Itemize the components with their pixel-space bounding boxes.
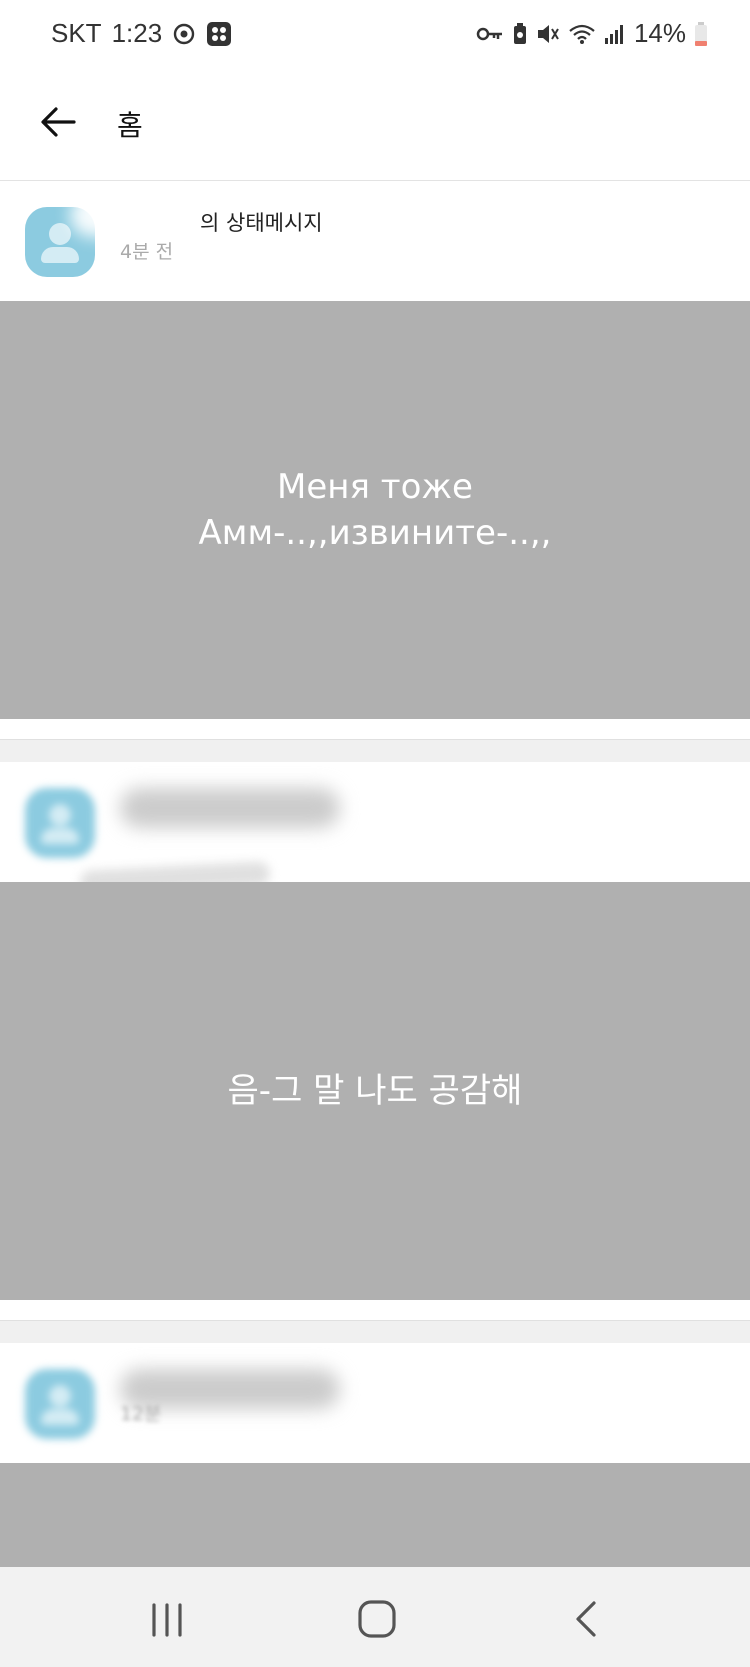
- battery-icon: [695, 21, 707, 46]
- avatar[interactable]: [25, 788, 95, 858]
- feed: 의 상태메시지 4분 전 Меня тоже Амм-..,,извините-…: [0, 181, 750, 1573]
- arrow-left-icon: [41, 107, 76, 137]
- battery-saver-icon: [513, 22, 526, 44]
- status-bar-right: 14%: [476, 18, 708, 49]
- post-time: 4분 전: [120, 241, 174, 263]
- post-text-line: Амм-..,,извините-..,,: [198, 513, 552, 553]
- signal-icon: [604, 24, 623, 44]
- status-bar-left: SKT 1:23: [51, 18, 232, 49]
- privacy-blur: [120, 788, 340, 828]
- system-navigation-bar: [0, 1567, 750, 1667]
- status-message-label: 의 상태메시지: [200, 211, 323, 235]
- post-text: 음-그 말 나도 공감해: [228, 1068, 523, 1114]
- post-author-line: 의 상태메시지: [120, 207, 323, 237]
- post-text-line: Меня тоже: [277, 467, 473, 507]
- status-bar: SKT 1:23 14%: [0, 0, 750, 76]
- sync-icon: [173, 23, 195, 44]
- clock: 1:23: [111, 18, 163, 48]
- post-text: Меня тоже Амм-..,,извините-..,,: [199, 464, 552, 556]
- post-divider: [0, 1320, 750, 1343]
- post-divider: [0, 739, 750, 762]
- post-header[interactable]: 12분: [0, 1343, 750, 1463]
- feed-post: 12분: [0, 1343, 750, 1573]
- vpn-key-icon: [476, 27, 502, 40]
- page-title: 홈: [117, 109, 143, 142]
- post-time: 12분: [120, 1403, 162, 1425]
- recent-apps-button[interactable]: [142, 1597, 192, 1641]
- top-app-bar: 홈: [0, 76, 750, 181]
- post-image[interactable]: 음-그 말 나도 공감해: [0, 882, 750, 1300]
- feed-post: 음-그 말 나도 공감해: [0, 762, 750, 1343]
- feed-post: 의 상태메시지 4분 전 Меня тоже Амм-..,,извините-…: [0, 181, 750, 762]
- post-image[interactable]: Меня тоже Амм-..,,извините-..,,: [0, 301, 750, 719]
- mute-icon: [537, 24, 559, 43]
- battery-percent: 14%: [633, 18, 686, 48]
- recent-apps-icon: [152, 1603, 182, 1637]
- app-notification-icon: [207, 21, 232, 46]
- home-button[interactable]: [352, 1597, 402, 1641]
- back-nav-button[interactable]: [562, 1597, 612, 1641]
- back-button[interactable]: [36, 100, 80, 144]
- post-header[interactable]: [0, 762, 750, 895]
- chevron-left-icon: [576, 1601, 596, 1637]
- post-header[interactable]: 의 상태메시지 4분 전: [0, 181, 750, 301]
- carrier-label: SKT: [51, 18, 102, 48]
- post-image[interactable]: [0, 1463, 750, 1573]
- home-icon: [358, 1600, 396, 1638]
- avatar[interactable]: [25, 1369, 95, 1439]
- post-text-line: 음-그 말 나도 공감해: [227, 1071, 523, 1111]
- wifi-icon: [569, 24, 595, 44]
